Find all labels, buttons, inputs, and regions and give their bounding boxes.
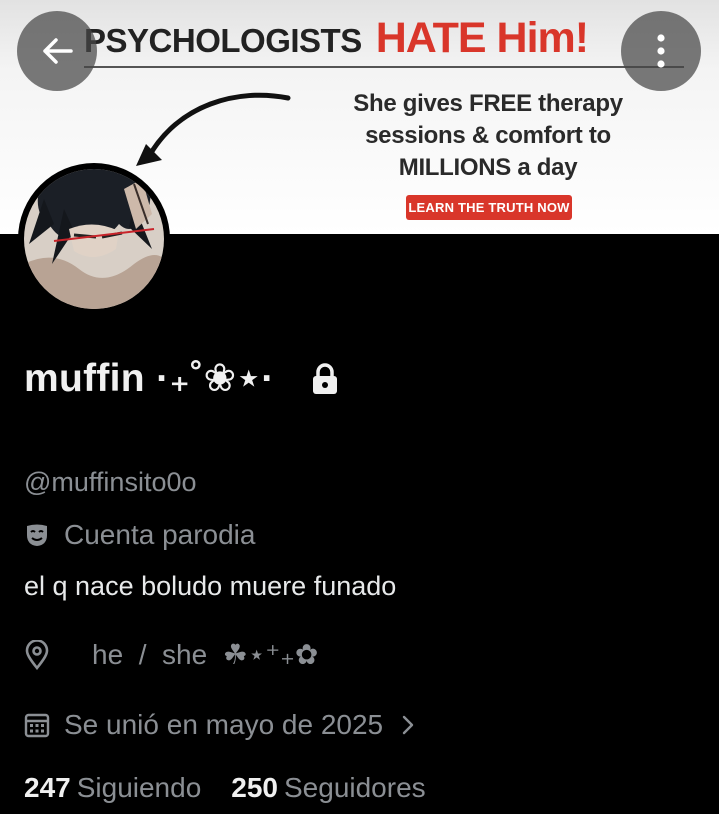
banner-cta-button[interactable]: LEARN THE TRUTH NOW (406, 195, 572, 220)
parody-mask-icon (27, 524, 47, 546)
banner-headline: PSYCHOLOGISTS HATE Him! (84, 14, 589, 63)
follow-stats: 247 Siguiendo 250 Seguidores (24, 772, 426, 804)
banner-body: She gives FREE therapy sessions & comfor… (318, 88, 658, 184)
calendar-icon (24, 713, 50, 738)
parody-label-row: Cuenta parodia (24, 519, 255, 551)
location-text: he / she ☘︎⋆⁺₊✿ (92, 639, 319, 670)
banner-body-line: MILLIONS a day (398, 154, 578, 181)
following-label: Siguiendo (76, 772, 202, 803)
following-link[interactable]: 247 Siguiendo (24, 772, 201, 803)
chevron-right-icon (402, 715, 414, 735)
following-count: 247 (24, 772, 71, 803)
user-handle: @muffinsito0o (24, 467, 197, 497)
banner-arrow-icon (136, 92, 291, 166)
joined-row[interactable]: Se unió en mayo de 2025 (24, 709, 415, 741)
more-options-button[interactable] (621, 11, 701, 91)
back-button[interactable] (17, 11, 97, 91)
banner-headline-part2: HATE Him! (375, 14, 589, 62)
back-arrow-icon (43, 38, 73, 64)
location-pin-icon (25, 639, 49, 670)
avatar-image (24, 169, 164, 309)
lock-icon (313, 363, 337, 394)
profile-avatar[interactable] (18, 163, 170, 315)
followers-link[interactable]: 250 Seguidores (231, 772, 425, 803)
display-name: muffin ·₊˚❀⋆· (24, 357, 275, 400)
followers-label: Seguidores (284, 772, 426, 803)
joined-text: Se unió en mayo de 2025 (64, 709, 384, 740)
followers-count: 250 (231, 772, 278, 803)
banner-body-line: She gives FREE therapy (353, 90, 623, 117)
banner-divider (84, 66, 684, 68)
location-row: he / she ☘︎⋆⁺₊✿ (24, 638, 318, 671)
banner-body-line: sessions & comfort to (365, 122, 611, 149)
banner-headline-part1: PSYCHOLOGISTS (84, 22, 362, 59)
more-vertical-icon (657, 34, 665, 68)
parody-label: Cuenta parodia (64, 519, 256, 550)
profile-bio: el q nace boludo muere funado (24, 571, 397, 601)
